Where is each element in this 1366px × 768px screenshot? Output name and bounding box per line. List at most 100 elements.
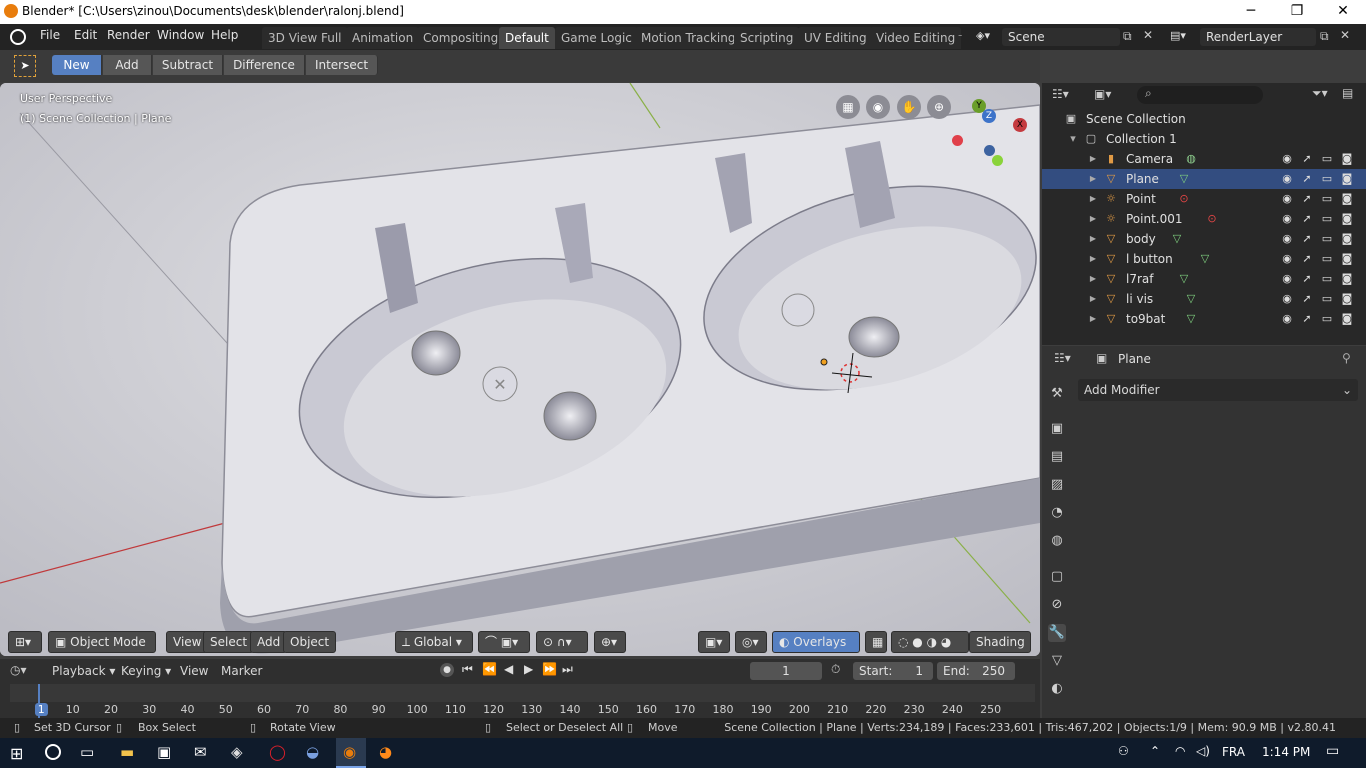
outliner-item-body[interactable]: ▶ ▽ body ▽ ◉ ➚ ▭ ◙: [1042, 229, 1366, 249]
render-layer-duplicate-icon[interactable]: ⧉: [1320, 29, 1329, 44]
selectable-arrow-icon[interactable]: ➚: [1300, 292, 1314, 306]
outliner-item-camera[interactable]: ▶ ▮ Camera ◍ ◉ ➚ ▭ ◙: [1042, 149, 1366, 169]
output-tab-icon[interactable]: ▤: [1048, 448, 1066, 466]
mesh-data-icon[interactable]: ▽: [1184, 292, 1198, 306]
play-reverse-icon[interactable]: ◀: [504, 662, 513, 676]
pan-hand-icon[interactable]: ✋: [897, 95, 921, 119]
transform-orientation-dropdown[interactable]: ⟂ Global ▾: [395, 631, 473, 653]
selectable-arrow-icon[interactable]: ➚: [1300, 252, 1314, 266]
object-mode-dropdown[interactable]: ▣ Object Mode ▾: [48, 631, 156, 669]
scene-tab-icon[interactable]: ◔: [1048, 504, 1066, 522]
select-menu[interactable]: Select: [203, 631, 255, 653]
scene-duplicate-icon[interactable]: ⧉: [1123, 29, 1132, 44]
visibility-eye-icon[interactable]: ◉: [1280, 232, 1294, 246]
visibility-eye-icon[interactable]: ◉: [1280, 252, 1294, 266]
menu-edit[interactable]: Edit: [70, 28, 101, 42]
mesh-data-icon[interactable]: ▽: [1170, 232, 1184, 246]
render-camera-icon[interactable]: ◙: [1340, 192, 1354, 206]
scene-name-field[interactable]: Scene: [1002, 28, 1120, 46]
expand-arrow-icon[interactable]: ▶: [1086, 232, 1100, 246]
selectable-arrow-icon[interactable]: ➚: [1300, 172, 1314, 186]
visibility-eye-icon[interactable]: ◉: [1280, 152, 1294, 166]
gizmo-toggle-icon[interactable]: ⊕▾: [594, 631, 626, 653]
close-button[interactable]: ✕: [1320, 0, 1366, 24]
timeline-menu-view[interactable]: View: [180, 664, 208, 678]
object-type-visibility-icon[interactable]: ▣▾: [698, 631, 730, 653]
render-camera-icon[interactable]: ◙: [1340, 172, 1354, 186]
blender-menu-icon[interactable]: [10, 29, 26, 45]
search-icon[interactable]: [45, 744, 61, 760]
mesh-data-icon[interactable]: ▽: [1184, 312, 1198, 326]
next-keyframe-icon[interactable]: ⏩: [542, 662, 557, 676]
proportional-edit-icon[interactable]: ⊙ ∩▾: [536, 631, 588, 653]
render-layer-field[interactable]: RenderLayer: [1200, 28, 1316, 46]
render-layer-remove-icon[interactable]: ✕: [1340, 28, 1350, 42]
opera-icon[interactable]: ◯: [269, 743, 286, 761]
collapse-arrow-icon[interactable]: ▾: [1066, 132, 1080, 146]
selectable-arrow-icon[interactable]: ➚: [1300, 232, 1314, 246]
wifi-icon[interactable]: ◠: [1175, 744, 1185, 758]
maximize-button[interactable]: ❐: [1274, 0, 1320, 24]
camera-view-icon[interactable]: ◉: [866, 95, 890, 119]
light-data-icon[interactable]: ⊙: [1205, 212, 1219, 226]
mode-subtract-button[interactable]: Subtract: [153, 55, 223, 75]
object-menu[interactable]: Object: [283, 631, 337, 653]
selectable-arrow-icon[interactable]: ➚: [1300, 312, 1314, 326]
mail-icon[interactable]: ✉: [194, 743, 207, 761]
expand-arrow-icon[interactable]: ▶: [1086, 252, 1100, 266]
selectable-arrow-icon[interactable]: ➚: [1300, 192, 1314, 206]
mode-intersect-button[interactable]: Intersect: [306, 55, 378, 75]
task-view-icon[interactable]: ▭: [80, 743, 94, 761]
file-explorer-icon[interactable]: ▬: [120, 743, 134, 761]
expand-arrow-icon[interactable]: ▶: [1086, 292, 1100, 306]
volume-icon[interactable]: ◁): [1196, 744, 1210, 758]
visibility-eye-icon[interactable]: ◉: [1280, 172, 1294, 186]
3d-viewport[interactable]: ✕ User Perspective (1) Scene Collection …: [0, 83, 1040, 656]
minimize-button[interactable]: ─: [1228, 0, 1274, 24]
end-frame-field[interactable]: End: 250: [937, 662, 1015, 680]
expand-arrow-icon[interactable]: ▶: [1086, 212, 1100, 226]
selectable-arrow-icon[interactable]: ➚: [1300, 212, 1314, 226]
material-tab-icon[interactable]: ◐: [1048, 680, 1066, 698]
expand-arrow-icon[interactable]: ▶: [1086, 192, 1100, 206]
viewport-display-icon[interactable]: ▭: [1320, 152, 1334, 166]
tab-uv-editing[interactable]: UV Editing: [798, 27, 873, 49]
scene-selector-icon[interactable]: ◈▾: [976, 29, 998, 45]
outliner-search-input[interactable]: ⌕: [1137, 86, 1263, 104]
expand-arrow-icon[interactable]: ▶: [1086, 272, 1100, 286]
menu-window[interactable]: Window: [153, 28, 208, 42]
shading-mode-icons[interactable]: ◌ ● ◑ ◕: [891, 631, 969, 653]
viewport-display-icon[interactable]: ▭: [1320, 192, 1334, 206]
render-camera-icon[interactable]: ◙: [1340, 232, 1354, 246]
new-collection-icon[interactable]: ▤: [1342, 86, 1353, 100]
shading-dropdown[interactable]: Shading ▾: [969, 631, 1031, 669]
prev-keyframe-icon[interactable]: ⏪: [482, 662, 497, 676]
selectable-arrow-icon[interactable]: ➚: [1300, 152, 1314, 166]
expand-arrow-icon[interactable]: ▶: [1086, 312, 1100, 326]
camera-data-icon[interactable]: ◍: [1184, 152, 1198, 166]
visibility-eye-icon[interactable]: ◉: [1280, 212, 1294, 226]
timeline-menu-playback[interactable]: Playback ▾: [52, 664, 115, 678]
mode-difference-button[interactable]: Difference: [224, 55, 305, 75]
visibility-eye-icon[interactable]: ◉: [1280, 272, 1294, 286]
outliner-root-row[interactable]: ▣ Scene Collection: [1042, 109, 1366, 129]
gizmo-neg-y[interactable]: [992, 155, 1003, 166]
visibility-eye-icon[interactable]: ◉: [1280, 192, 1294, 206]
start-frame-field[interactable]: Start: 1: [853, 662, 933, 680]
tab-scripting[interactable]: Scripting: [734, 27, 800, 49]
overlays-dropdown[interactable]: ◐ Overlays ▾: [772, 631, 860, 669]
outliner-item-to9bat[interactable]: ▶ ▽ to9bat ▽ ◉ ➚ ▭ ◙: [1042, 309, 1366, 329]
zoom-icon[interactable]: ⊕: [927, 95, 951, 119]
workspaces-more[interactable]: -: [954, 28, 966, 42]
app-icon[interactable]: ◈: [231, 743, 243, 761]
selectable-arrow-icon[interactable]: ➚: [1300, 272, 1314, 286]
outliner-item-point[interactable]: ▶ ☼ Point ⊙ ◉ ➚ ▭ ◙: [1042, 189, 1366, 209]
tab-3d-view-full[interactable]: 3D View Full: [262, 27, 348, 49]
app-icon-2[interactable]: ◒: [306, 743, 319, 761]
firefox-icon[interactable]: ◕: [379, 743, 392, 761]
gizmo-neg-x[interactable]: [952, 135, 963, 146]
modifier-wrench-icon[interactable]: 🔧: [1048, 624, 1066, 642]
timeline-menu-keying[interactable]: Keying ▾: [121, 664, 171, 678]
viewport-display-icon[interactable]: ▭: [1320, 232, 1334, 246]
outliner-display-mode-icon[interactable]: ▣▾: [1094, 87, 1111, 101]
